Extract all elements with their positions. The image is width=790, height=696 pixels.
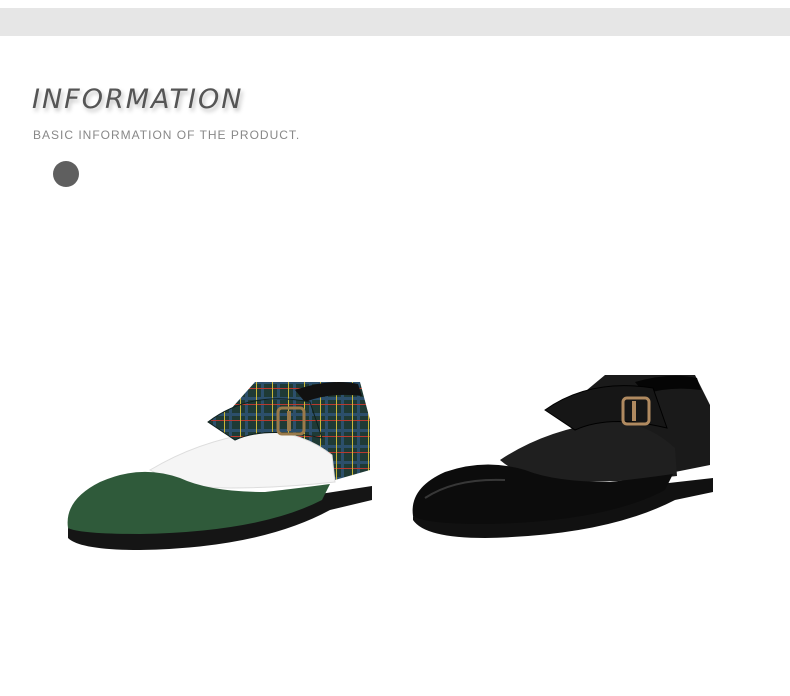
section-title: INFORMATION xyxy=(32,84,244,115)
shoe-image-green-plaid xyxy=(67,382,372,550)
shoe-image-black xyxy=(412,375,713,538)
decorative-dot xyxy=(53,161,79,187)
section-subtitle: BASIC INFORMATION OF THE PRODUCT. xyxy=(33,128,301,142)
top-bar xyxy=(0,8,790,36)
